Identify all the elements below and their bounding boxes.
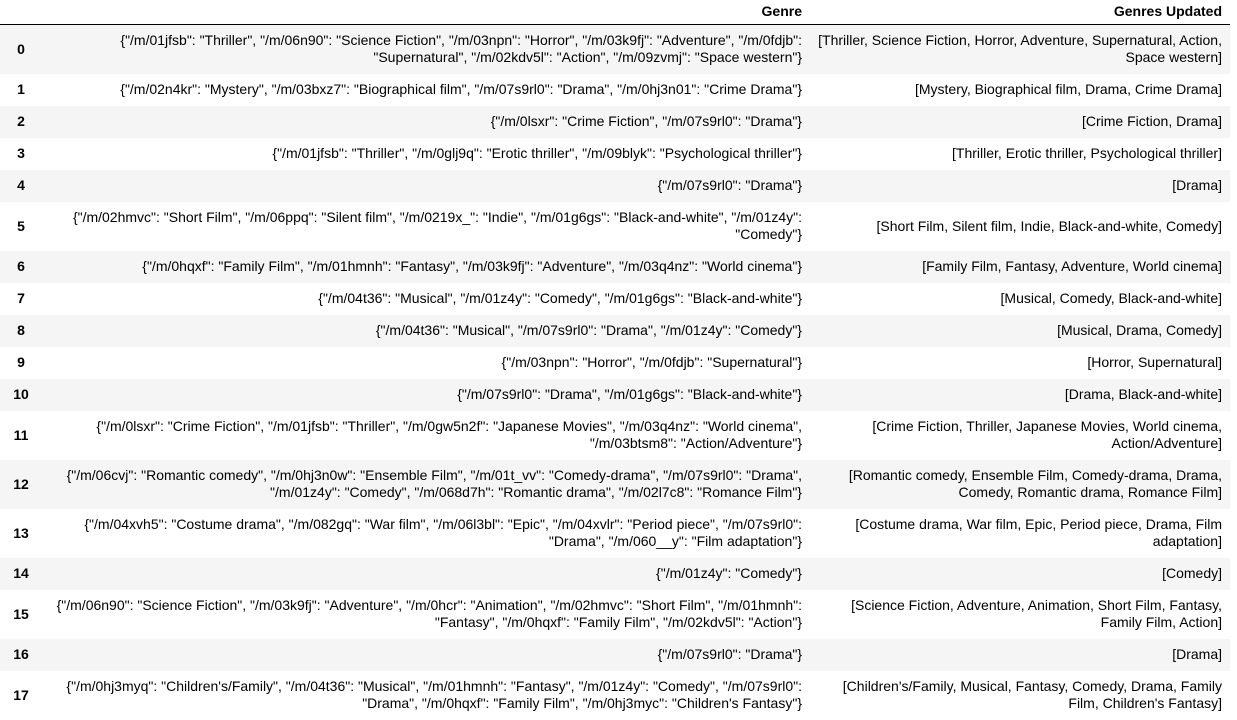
header-row: Genre Genres Updated <box>0 0 1230 25</box>
table-row: 6 {"/m/0hqxf": "Family Film", "/m/01hmnh… <box>0 251 1230 283</box>
row-index: 2 <box>17 113 25 129</box>
row-index: 5 <box>17 217 25 234</box>
column-header-genre: Genre <box>42 0 810 25</box>
table-row: 17 {"/m/0hj3myq": "Children's/Family", "… <box>0 671 1230 720</box>
genre-cell: {"/m/04t36": "Musical", "/m/01z4y": "Com… <box>318 290 802 306</box>
genres-updated-cell: [Romantic comedy, Ensemble Film, Comedy-… <box>848 467 1222 500</box>
genres-updated-cell: [Short Film, Silent film, Indie, Black-a… <box>876 217 1222 234</box>
row-index: 15 <box>13 605 29 622</box>
genres-updated-cell: [Comedy] <box>1162 565 1222 581</box>
genres-updated-cell: [Drama] <box>1172 177 1222 193</box>
table-row: 9 {"/m/03npn": "Horror", "/m/0fdjb": "Su… <box>0 347 1230 379</box>
table-row: 14 {"/m/01z4y": "Comedy"} [Comedy] <box>0 558 1230 590</box>
genre-cell: {"/m/0hj3myq": "Children's/Family", "/m/… <box>66 678 802 711</box>
table-row: 5 {"/m/02hmvc": "Short Film", "/m/06ppq"… <box>0 202 1230 251</box>
genres-updated-cell: [Crime Fiction, Drama] <box>1081 113 1222 129</box>
row-index: 10 <box>13 386 29 402</box>
genres-updated-cell: [Drama] <box>1172 646 1222 662</box>
genre-cell: {"/m/07s9rl0": "Drama"} <box>657 177 802 193</box>
genres-updated-cell: [Drama, Black-and-white] <box>1064 386 1222 402</box>
genres-updated-cell: [Thriller, Science Fiction, Horror, Adve… <box>818 32 1222 65</box>
table-header: Genre Genres Updated <box>0 0 1230 25</box>
table-row: 2 {"/m/0lsxr": "Crime Fiction", "/m/07s9… <box>0 106 1230 138</box>
row-index: 1 <box>17 81 25 97</box>
genre-cell: {"/m/06n90": "Science Fiction", "/m/03k9… <box>56 597 802 630</box>
row-index: 4 <box>17 177 25 193</box>
genre-cell: {"/m/06cvj": "Romantic comedy", "/m/0hj3… <box>66 467 802 500</box>
genres-updated-cell: [Musical, Drama, Comedy] <box>1057 322 1222 338</box>
row-index: 0 <box>17 40 25 57</box>
genre-cell: {"/m/07s9rl0": "Drama"} <box>657 646 802 662</box>
genre-cell: {"/m/0lsxr": "Crime Fiction", "/m/07s9rl… <box>490 113 802 129</box>
table-row: 15 {"/m/06n90": "Science Fiction", "/m/0… <box>0 590 1230 639</box>
genre-cell: {"/m/0lsxr": "Crime Fiction", "/m/01jfsb… <box>96 418 802 451</box>
table-row: 13 {"/m/04xvh5": "Costume drama", "/m/08… <box>0 509 1230 558</box>
index-header <box>0 0 42 25</box>
genres-updated-cell: [Crime Fiction, Thriller, Japanese Movie… <box>872 418 1222 451</box>
genres-updated-cell: [Children's/Family, Musical, Fantasy, Co… <box>842 678 1222 711</box>
row-index: 13 <box>13 524 29 541</box>
table-row: 3 {"/m/01jfsb": "Thriller", "/m/0glj9q":… <box>0 138 1230 170</box>
row-index: 9 <box>17 354 25 370</box>
row-index: 12 <box>13 475 29 492</box>
table-body: 0 {"/m/01jfsb": "Thriller", "/m/06n90": … <box>0 24 1230 720</box>
table-row: 8 {"/m/04t36": "Musical", "/m/07s9rl0": … <box>0 315 1230 347</box>
table-row: 0 {"/m/01jfsb": "Thriller", "/m/06n90": … <box>0 24 1230 74</box>
genres-updated-cell: [Musical, Comedy, Black-and-white] <box>1000 290 1222 306</box>
genre-cell: {"/m/01jfsb": "Thriller", "/m/0glj9q": "… <box>272 145 802 161</box>
table-row: 16 {"/m/07s9rl0": "Drama"} [Drama] <box>0 639 1230 671</box>
row-index: 3 <box>17 145 25 161</box>
genre-cell: {"/m/01jfsb": "Thriller", "/m/06n90": "S… <box>120 32 802 65</box>
genre-cell: {"/m/03npn": "Horror", "/m/0fdjb": "Supe… <box>501 354 802 370</box>
genres-updated-cell: [Science Fiction, Adventure, Animation, … <box>851 597 1222 630</box>
row-index: 8 <box>17 322 25 338</box>
table-row: 10 {"/m/07s9rl0": "Drama", "/m/01g6gs": … <box>0 379 1230 411</box>
row-index: 16 <box>13 646 29 662</box>
genre-cell: {"/m/04xvh5": "Costume drama", "/m/082gq… <box>84 516 802 549</box>
genre-cell: {"/m/02n4kr": "Mystery", "/m/03bxz7": "B… <box>120 81 802 97</box>
column-header-genres-updated: Genres Updated <box>810 0 1230 25</box>
genre-cell: {"/m/0hqxf": "Family Film", "/m/01hmnh":… <box>142 258 802 274</box>
genres-updated-cell: [Horror, Supernatural] <box>1087 354 1222 370</box>
table-row: 1 {"/m/02n4kr": "Mystery", "/m/03bxz7": … <box>0 74 1230 106</box>
table-row: 7 {"/m/04t36": "Musical", "/m/01z4y": "C… <box>0 283 1230 315</box>
genres-updated-cell: [Mystery, Biographical film, Drama, Crim… <box>914 81 1222 97</box>
row-index: 14 <box>13 565 29 581</box>
dataframe-table: Genre Genres Updated 0 {"/m/01jfsb": "Th… <box>0 0 1230 720</box>
row-index: 11 <box>13 426 29 443</box>
table-row: 4 {"/m/07s9rl0": "Drama"} [Drama] <box>0 170 1230 202</box>
genre-cell: {"/m/01z4y": "Comedy"} <box>656 565 802 581</box>
row-index: 7 <box>17 290 25 306</box>
genre-cell: {"/m/07s9rl0": "Drama", "/m/01g6gs": "Bl… <box>457 386 802 402</box>
genre-cell: {"/m/04t36": "Musical", "/m/07s9rl0": "D… <box>375 322 802 338</box>
row-index: 17 <box>13 686 29 703</box>
table-row: 11 {"/m/0lsxr": "Crime Fiction", "/m/01j… <box>0 411 1230 460</box>
row-index: 6 <box>17 258 25 274</box>
genres-updated-cell: [Thriller, Erotic thriller, Psychologica… <box>952 145 1222 161</box>
genre-cell: {"/m/02hmvc": "Short Film", "/m/06ppq": … <box>72 209 802 242</box>
table-row: 12 {"/m/06cvj": "Romantic comedy", "/m/0… <box>0 460 1230 509</box>
genres-updated-cell: [Family Film, Fantasy, Adventure, World … <box>922 258 1222 274</box>
genres-updated-cell: [Costume drama, War film, Epic, Period p… <box>855 516 1222 549</box>
